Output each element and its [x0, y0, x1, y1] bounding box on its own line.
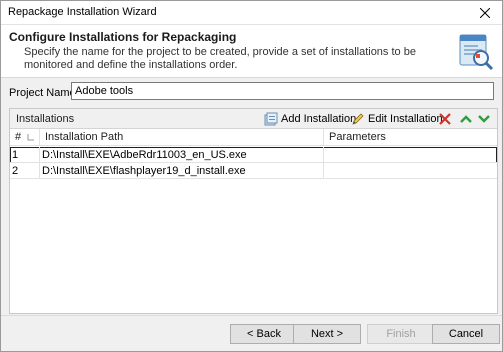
page-title: Configure Installations for Repackaging	[9, 30, 237, 44]
installations-title: Installations	[16, 113, 75, 125]
close-button[interactable]	[468, 1, 502, 24]
repackage-search-icon	[459, 34, 494, 71]
row-parameters[interactable]	[324, 147, 497, 163]
next-button[interactable]: Next >	[293, 324, 361, 344]
row-number: 2	[10, 163, 40, 179]
finish-button[interactable]: Finish	[367, 324, 435, 344]
row-path: D:\Install\EXE\AdbeRdr11003_en_US.exe	[40, 147, 324, 163]
title-bar: Repackage Installation Wizard	[1, 1, 502, 25]
column-header-path[interactable]: Installation Path	[40, 129, 324, 145]
move-up-button[interactable]	[458, 111, 474, 127]
installations-panel: Installations Add Installation Edit Inst…	[9, 108, 498, 314]
table-row[interactable]: 2 D:\Install\EXE\flashplayer19_d_install…	[10, 163, 497, 179]
delete-icon	[439, 113, 451, 125]
edit-installation-label: Edit Installation	[368, 112, 443, 125]
window-title: Repackage Installation Wizard	[8, 6, 157, 18]
column-header-parameters[interactable]: Parameters	[324, 129, 497, 145]
add-installation-label: Add Installation	[281, 112, 357, 125]
wizard-button-bar: < Back Next > Finish Cancel	[1, 316, 502, 351]
installations-grid-header: # Installation Path Parameters	[10, 129, 497, 146]
chevron-down-icon	[478, 115, 490, 123]
edit-installation-button[interactable]: Edit Installation	[351, 110, 443, 127]
installations-toolbar: Installations Add Installation Edit Inst…	[10, 109, 497, 129]
sort-icon	[27, 134, 34, 141]
close-icon	[480, 7, 490, 18]
cancel-button[interactable]: Cancel	[432, 324, 500, 344]
chevron-up-icon	[460, 115, 472, 123]
column-header-number[interactable]: #	[10, 129, 40, 145]
move-down-button[interactable]	[476, 111, 492, 127]
row-path: D:\Install\EXE\flashplayer19_d_install.e…	[40, 163, 324, 179]
project-name-label: Project Name:	[9, 87, 79, 99]
add-installation-icon	[264, 112, 278, 125]
table-row[interactable]: 1 D:\Install\EXE\AdbeRdr11003_en_US.exe	[10, 147, 497, 163]
row-number: 1	[10, 147, 40, 163]
wizard-window: Repackage Installation Wizard Configure …	[0, 0, 503, 352]
add-installation-button[interactable]: Add Installation	[264, 110, 356, 127]
pencil-icon	[352, 112, 364, 125]
wizard-header: Configure Installations for Repackaging …	[1, 25, 502, 78]
page-description: Specify the name for the project to be c…	[24, 46, 416, 71]
back-button[interactable]: < Back	[230, 324, 298, 344]
row-parameters[interactable]	[324, 163, 497, 179]
delete-installation-button[interactable]	[437, 111, 453, 127]
project-name-input[interactable]: Adobe tools	[71, 82, 494, 100]
